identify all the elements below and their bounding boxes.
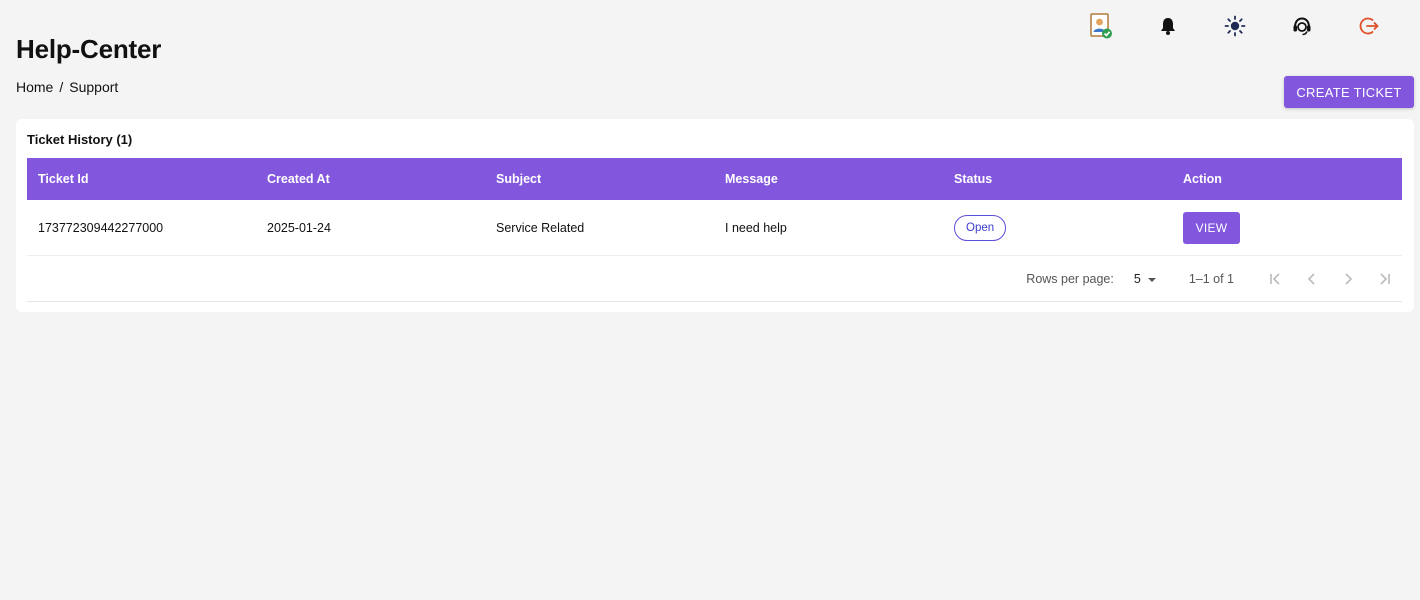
- ticket-table: Ticket Id Created At Subject Message Sta…: [27, 158, 1402, 256]
- create-ticket-button[interactable]: CREATE TICKET: [1284, 76, 1414, 108]
- cell-status: Open: [943, 214, 1172, 241]
- sun-icon: [1224, 15, 1246, 37]
- first-page-icon: [1268, 272, 1284, 286]
- pagination-range: 1–1 of 1: [1188, 271, 1234, 286]
- breadcrumb-support: Support: [69, 79, 119, 95]
- rows-per-page-label: Rows per page:: [1026, 271, 1114, 286]
- table-pagination: Rows per page: 5 1–1 of 1: [27, 256, 1402, 302]
- cell-created-at: 2025-01-24: [267, 220, 331, 235]
- last-page-button[interactable]: [1366, 264, 1402, 294]
- rows-per-page-select[interactable]: 5: [1134, 272, 1157, 286]
- cell-subject: Service Related: [496, 220, 585, 235]
- ticket-history-card: Ticket History (1) Ticket Id Created At …: [16, 119, 1414, 312]
- column-header-status: Status: [954, 172, 993, 186]
- previous-page-button[interactable]: [1294, 264, 1330, 294]
- page-title: Help-Center: [16, 34, 162, 64]
- column-header-ticket-id: Ticket Id: [38, 172, 89, 186]
- column-header-subject: Subject: [496, 172, 542, 186]
- last-page-icon: [1376, 272, 1392, 286]
- cell-ticket-id: 173772309442277000: [38, 220, 164, 235]
- chevron-left-icon: [1306, 272, 1318, 286]
- profile-verified-icon: [1088, 12, 1114, 40]
- logout-button[interactable]: [1335, 10, 1402, 42]
- support-button[interactable]: [1268, 10, 1335, 42]
- ticket-history-title: Ticket History (1): [27, 132, 133, 147]
- chevron-right-icon: [1342, 272, 1354, 286]
- column-header-message: Message: [725, 172, 778, 186]
- profile-verified-button[interactable]: [1067, 10, 1134, 42]
- rows-per-page-value: 5: [1133, 271, 1141, 286]
- view-ticket-button[interactable]: VIEW: [1183, 211, 1240, 244]
- table-header: Ticket Id Created At Subject Message Sta…: [27, 158, 1402, 200]
- notifications-button[interactable]: [1134, 10, 1201, 42]
- caret-down-icon: [1147, 272, 1157, 286]
- breadcrumb-home[interactable]: Home: [16, 79, 53, 95]
- cell-action: VIEW: [1172, 211, 1401, 244]
- first-page-button[interactable]: [1258, 264, 1294, 294]
- table-row: 173772309442277000 2025-01-24 Service Re…: [27, 200, 1402, 256]
- logout-icon: [1358, 15, 1380, 37]
- page: Help-Center Home / Support CREATE TICKET…: [0, 0, 1420, 600]
- status-badge: Open: [954, 214, 1007, 241]
- breadcrumb-separator: /: [59, 79, 64, 95]
- breadcrumb: Home / Support: [16, 79, 118, 95]
- next-page-button[interactable]: [1330, 264, 1366, 294]
- column-header-created-at: Created At: [267, 172, 330, 186]
- column-header-action: Action: [1183, 172, 1222, 186]
- support-agent-icon: [1291, 15, 1313, 37]
- theme-toggle-button[interactable]: [1201, 10, 1268, 42]
- bell-icon: [1158, 16, 1178, 36]
- top-icon-bar: [1067, 10, 1402, 42]
- cell-message: I need help: [725, 220, 787, 235]
